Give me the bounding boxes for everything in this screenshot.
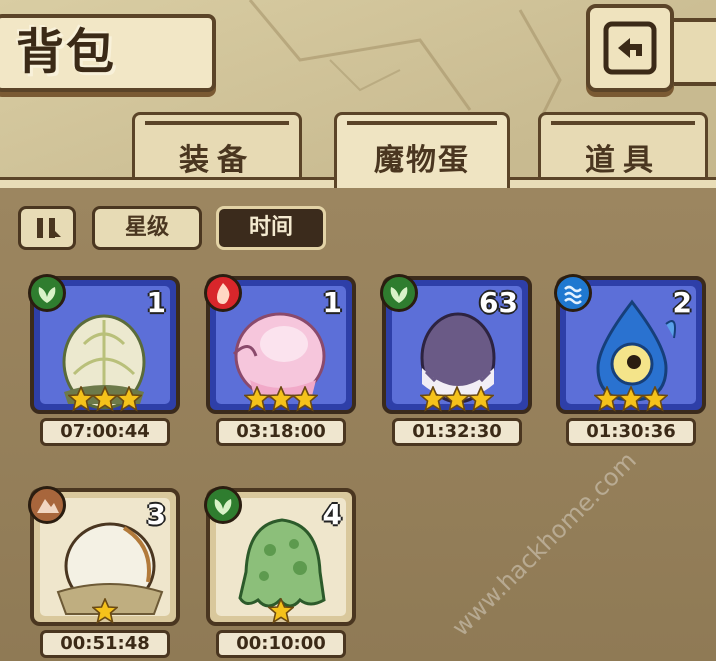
egg-count: 1	[146, 286, 166, 319]
back-arrow-icon	[603, 21, 657, 75]
egg-frame: 1	[204, 274, 356, 416]
tab-items[interactable]: 道具	[538, 112, 708, 180]
tab-label: 道具	[585, 143, 661, 178]
tab-bar: 装备 魔物蛋 道具	[0, 112, 716, 188]
sort-order-toggle[interactable]	[18, 206, 76, 250]
star-icon	[242, 385, 272, 412]
back-button[interactable]	[586, 4, 674, 92]
hatch-timer: 07:00:44	[40, 418, 170, 446]
tab-label: 魔物蛋	[374, 143, 470, 178]
egg-count: 1	[322, 286, 342, 319]
element-grass-icon	[28, 274, 66, 312]
tab-rail	[551, 121, 695, 125]
tab-monster-egg[interactable]: 魔物蛋	[334, 112, 510, 188]
egg-count: 4	[322, 498, 342, 531]
hatch-timer: 00:10:00	[216, 630, 346, 658]
element-earth-icon	[28, 486, 66, 524]
star-icon	[290, 385, 320, 412]
star-icon	[616, 385, 646, 412]
sort-by-time-button[interactable]: 时间	[216, 206, 326, 250]
hatch-timer: 01:32:30	[392, 418, 522, 446]
sort-by-star-button[interactable]: 星级	[92, 206, 202, 250]
element-water-icon	[554, 274, 592, 312]
element-grass-icon	[380, 274, 418, 312]
egg-card[interactable]: 63 01:32:30	[380, 274, 532, 448]
star-icon	[90, 385, 120, 412]
title-plate: 背包	[0, 14, 216, 92]
pause-icon	[37, 218, 61, 238]
egg-card[interactable]: 2 01:30:36	[554, 274, 706, 448]
star-icon	[66, 385, 96, 412]
tab-rail	[145, 121, 289, 125]
egg-frame: 3	[28, 486, 180, 628]
hatch-timer: 00:51:48	[40, 630, 170, 658]
element-grass-icon	[204, 486, 242, 524]
tab-rail	[347, 121, 497, 125]
star-icon	[114, 385, 144, 412]
egg-card[interactable]: 1 03:18:00	[204, 274, 356, 448]
egg-count: 2	[672, 286, 692, 319]
star-rating	[34, 385, 176, 416]
tab-label: 装备	[179, 143, 255, 178]
star-rating	[386, 385, 528, 416]
sort-label: 时间	[248, 215, 293, 240]
star-icon	[592, 385, 622, 412]
egg-card[interactable]: 1 07:00:44	[28, 274, 180, 448]
egg-frame: 1	[28, 274, 180, 416]
star-icon	[466, 385, 496, 412]
star-icon	[442, 385, 472, 412]
page-title: 背包	[16, 24, 117, 80]
element-fire-icon	[204, 274, 242, 312]
star-icon	[640, 385, 670, 412]
hatch-timer: 03:18:00	[216, 418, 346, 446]
sort-label: 星级	[124, 215, 169, 240]
egg-count: 63	[479, 286, 518, 319]
star-rating	[34, 597, 176, 628]
star-rating	[210, 385, 352, 416]
egg-frame: 2	[554, 274, 706, 416]
tab-equipment[interactable]: 装备	[132, 112, 302, 180]
egg-count: 3	[146, 498, 166, 531]
star-icon	[90, 597, 120, 624]
egg-card[interactable]: 3 00:51:48	[28, 486, 180, 660]
star-icon	[418, 385, 448, 412]
hatch-timer: 01:30:36	[566, 418, 696, 446]
star-icon	[266, 597, 296, 624]
star-icon	[266, 385, 296, 412]
star-rating	[210, 597, 352, 628]
egg-card[interactable]: 4 00:10:00	[204, 486, 356, 660]
star-rating	[560, 385, 702, 416]
egg-frame: 63	[380, 274, 532, 416]
egg-frame: 4	[204, 486, 356, 628]
